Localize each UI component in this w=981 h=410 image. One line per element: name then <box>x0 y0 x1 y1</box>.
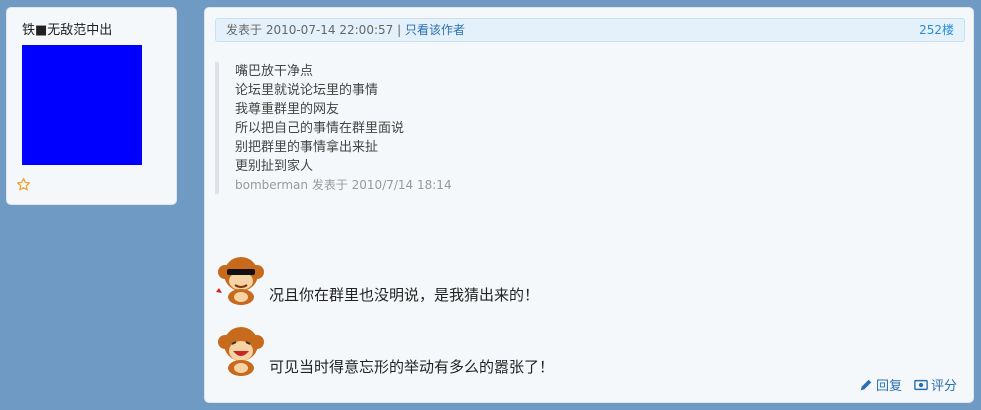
quote-line: 别把群里的事情拿出来扯 <box>235 140 379 155</box>
quote-line: 所以把自己的事情在群里面说 <box>235 121 405 136</box>
reply-label: 回复 <box>875 379 902 394</box>
username[interactable]: 铁■无敌范中出 <box>22 19 112 38</box>
star-outline-icon[interactable] <box>16 177 31 192</box>
user-card: 铁■无敌范中出 <box>6 7 177 205</box>
post-body-line: 可见当时得意忘形的举动有多么的嚣张了！ <box>215 320 554 378</box>
pencil-icon <box>860 379 872 390</box>
quote-line: 论坛里就说论坛里的事情 <box>235 83 379 98</box>
post-actions: 回复 评分 <box>859 375 957 394</box>
post: 发表于 2010-07-14 22:00:57 | 只看该作者 252楼 嘴巴放… <box>204 7 974 403</box>
quote-line: 嘴巴放干净点 <box>235 64 314 79</box>
post-body-text: 可见当时得意忘形的举动有多么的嚣张了！ <box>269 358 555 376</box>
reply-button[interactable]: 回复 <box>859 375 902 394</box>
author-only-link[interactable]: 只看该作者 <box>405 23 465 37</box>
avatar[interactable] <box>22 45 142 165</box>
floor-number[interactable]: 252楼 <box>919 19 954 41</box>
header-separator: | <box>397 23 402 37</box>
rate-label: 评分 <box>930 379 957 394</box>
monkey-sunglasses-icon <box>216 257 264 305</box>
quote-line: 更别扯到家人 <box>235 159 314 174</box>
monkey-laughing-icon <box>218 327 264 376</box>
post-body-line: 况且你在群里也没明说，是我猜出来的！ <box>215 248 539 306</box>
quote-block: 嘴巴放干净点 论坛里就说论坛里的事情 我尊重群里的网友 所以把自己的事情在群里面… <box>215 62 815 194</box>
quote-line: 我尊重群里的网友 <box>235 102 340 117</box>
quote-meta: bomberman 发表于 2010/7/14 18:14 <box>235 178 452 192</box>
post-header: 发表于 2010-07-14 22:00:57 | 只看该作者 252楼 <box>215 18 965 42</box>
post-timestamp: 发表于 2010-07-14 22:00:57 <box>226 23 394 37</box>
rate-button[interactable]: 评分 <box>914 375 957 394</box>
money-icon <box>914 379 928 390</box>
post-body-text: 况且你在群里也没明说，是我猜出来的！ <box>269 286 540 304</box>
